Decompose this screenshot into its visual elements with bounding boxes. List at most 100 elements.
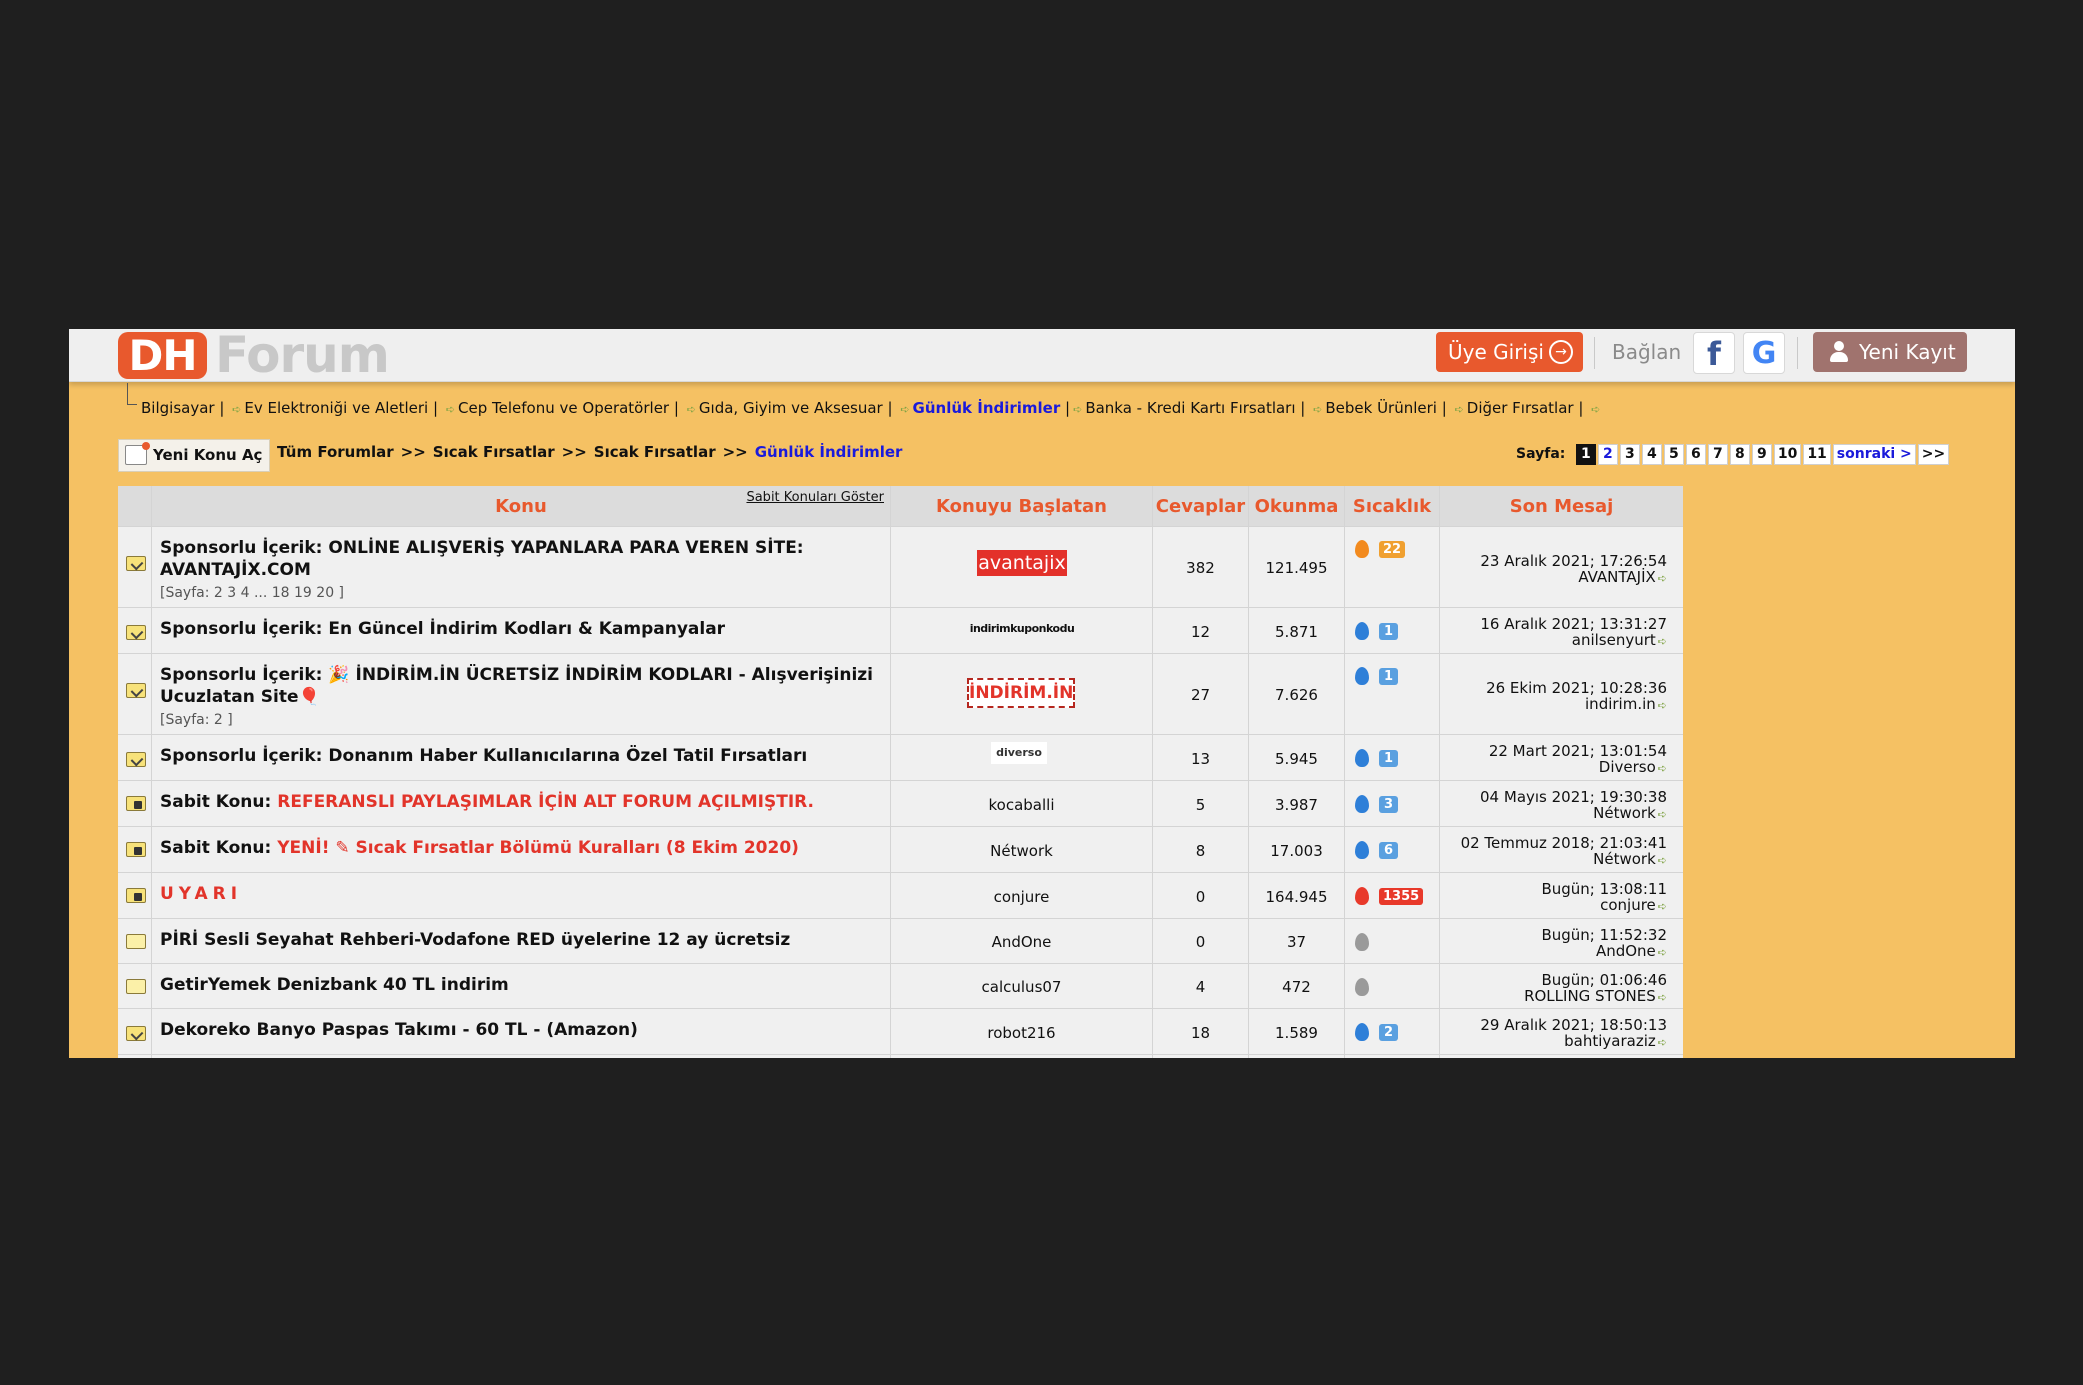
- last-post-user[interactable]: indirim.in ➪: [1440, 696, 1667, 714]
- go-to-post-icon[interactable]: ➪: [1658, 899, 1667, 915]
- header-views[interactable]: Okunma: [1249, 486, 1345, 526]
- topic-title-link[interactable]: Dekoreko Banyo Paspas Takımı - 60 TL - (…: [160, 1019, 880, 1041]
- topic-title-link[interactable]: Sponsorlu İçerik: Donanım Haber Kullanıc…: [160, 745, 880, 767]
- go-to-post-icon[interactable]: ➪: [1658, 1035, 1667, 1051]
- topic-title-link[interactable]: PİRİ Sesli Seyahat Rehberi-Vodafone RED …: [160, 929, 880, 951]
- page-link[interactable]: 5: [1663, 444, 1684, 465]
- category-link[interactable]: Banka - Kredi Kartı Fırsatları: [1085, 399, 1295, 417]
- starter-logo-avantajix[interactable]: avantajix: [977, 550, 1067, 576]
- header-starter[interactable]: Konuyu Başlatan: [891, 486, 1153, 526]
- last-post-username[interactable]: bahtiyaraziz: [1564, 1032, 1656, 1050]
- last-post-username[interactable]: indirim.in: [1585, 695, 1656, 713]
- category-link[interactable]: Ev Elektroniği ve Aletleri: [244, 399, 428, 417]
- go-to-post-icon[interactable]: ➪: [1658, 761, 1667, 777]
- last-post-user[interactable]: bahtiyaraziz ➪: [1440, 1033, 1667, 1051]
- table-row[interactable]: Sabit Konu: REFERANSLI PAYLAŞIMLAR İÇİN …: [118, 781, 1683, 827]
- header-topic[interactable]: Konu Sabit Konuları Göster: [152, 486, 891, 526]
- header-last-post[interactable]: Son Mesaj: [1440, 486, 1683, 526]
- table-row[interactable]: Sponsorlu İçerik: ONLİNE ALIŞVERİŞ YAPAN…: [118, 527, 1683, 608]
- breadcrumb-link[interactable]: Tüm Forumlar: [277, 443, 394, 461]
- topic-pages[interactable]: [Sayfa: 2 ]: [160, 711, 233, 729]
- last-post-username[interactable]: anilsenyurt: [1572, 631, 1656, 649]
- category-link[interactable]: Diğer Fırsatlar: [1467, 399, 1574, 417]
- go-to-post-icon[interactable]: ➪: [1658, 698, 1667, 714]
- last-post-user[interactable]: Nétwork ➪: [1440, 851, 1667, 869]
- last-post-username[interactable]: AndOne: [1596, 942, 1656, 960]
- category-link[interactable]: Cep Telefonu ve Operatörler: [458, 399, 669, 417]
- starter-logo-kupon[interactable]: indirimkuponkodu: [967, 621, 1077, 637]
- category-link[interactable]: Bebek Ürünleri: [1325, 399, 1437, 417]
- starter-name[interactable]: Nétwork: [990, 842, 1053, 860]
- header-replies[interactable]: Cevaplar: [1153, 486, 1249, 526]
- google-login-button[interactable]: G: [1743, 332, 1785, 374]
- starter-logo-diverso[interactable]: diverso: [991, 742, 1047, 764]
- facebook-login-button[interactable]: f: [1693, 332, 1735, 374]
- last-post-user[interactable]: ROLLING STONES ➪: [1440, 988, 1667, 1006]
- starter-name[interactable]: calculus07: [982, 978, 1062, 996]
- topic-title-link[interactable]: UYARI: [160, 883, 880, 905]
- last-post-username[interactable]: conjure: [1600, 896, 1656, 914]
- breadcrumb-link[interactable]: Sıcak Fırsatlar: [433, 443, 555, 461]
- login-button[interactable]: Üye Girişi →: [1436, 332, 1583, 372]
- go-to-post-icon[interactable]: ➪: [1658, 634, 1667, 650]
- breadcrumb-link[interactable]: Sıcak Fırsatlar: [594, 443, 716, 461]
- go-to-post-icon[interactable]: ➪: [1658, 945, 1667, 961]
- go-to-post-icon[interactable]: ➪: [1658, 571, 1667, 587]
- go-to-post-icon[interactable]: ➪: [1658, 807, 1667, 823]
- topic-title-link[interactable]: Sponsorlu İçerik: 🎉 İNDİRİM.İN ÜCRETSİZ …: [160, 664, 880, 708]
- last-post-username[interactable]: Diverso: [1599, 758, 1656, 776]
- go-to-post-icon[interactable]: ➪: [1658, 853, 1667, 869]
- last-post-user[interactable]: Diverso ➪: [1440, 759, 1667, 777]
- topic-title-link[interactable]: GetirYemek Denizbank 40 TL indirim: [160, 974, 880, 996]
- page-link[interactable]: 1: [1575, 444, 1596, 465]
- starter-name[interactable]: kocaballi: [989, 796, 1055, 814]
- category-link[interactable]: Gıda, Giyim ve Aksesuar: [699, 399, 883, 417]
- topic-title-link[interactable]: Sponsorlu İçerik: ONLİNE ALIŞVERİŞ YAPAN…: [160, 537, 880, 581]
- page-link[interactable]: 8: [1729, 444, 1750, 465]
- last-post-user[interactable]: anilsenyurt ➪: [1440, 632, 1667, 650]
- register-button[interactable]: Yeni Kayıt: [1813, 332, 1967, 372]
- table-row[interactable]: Sabit Konu: YENİ! ✎ Sıcak Fırsatlar Bölü…: [118, 827, 1683, 873]
- topic-title-link[interactable]: Sabit Konu: REFERANSLI PAYLAŞIMLAR İÇİN …: [160, 791, 880, 813]
- last-post-user[interactable]: AndOne ➪: [1440, 943, 1667, 961]
- last-post-user[interactable]: conjure ➪: [1440, 897, 1667, 915]
- starter-name[interactable]: conjure: [994, 888, 1050, 906]
- category-link[interactable]: Bilgisayar: [141, 399, 215, 417]
- show-sticky-link[interactable]: Sabit Konuları Göster: [746, 490, 884, 506]
- go-to-post-icon[interactable]: ➪: [1658, 990, 1667, 1006]
- last-post-user[interactable]: Nétwork ➪: [1440, 805, 1667, 823]
- table-row[interactable]: Sponsorlu İçerik: 🎉 İNDİRİM.İN ÜCRETSİZ …: [118, 654, 1683, 735]
- page-link[interactable]: 7: [1707, 444, 1728, 465]
- last-page-link[interactable]: >>: [1917, 444, 1950, 465]
- last-post-username[interactable]: ROLLING STONES: [1524, 987, 1656, 1005]
- next-page-link[interactable]: sonraki >: [1832, 444, 1916, 465]
- page-link[interactable]: 4: [1641, 444, 1662, 465]
- starter-logo-indirim[interactable]: İNDİRİM.İN: [967, 678, 1075, 708]
- topic-title-link[interactable]: Sponsorlu İçerik: En Güncel İndirim Kodl…: [160, 618, 880, 640]
- table-row[interactable]: Sponsorlu İçerik: Donanım Haber Kullanıc…: [118, 735, 1683, 781]
- page-link[interactable]: 6: [1685, 444, 1706, 465]
- breadcrumb-current[interactable]: Günlük İndirimler: [755, 443, 903, 461]
- last-post-username[interactable]: Nétwork: [1593, 804, 1656, 822]
- category-link[interactable]: Günlük İndirimler: [913, 399, 1061, 417]
- table-row[interactable]: PİRİ Sesli Seyahat Rehberi-Vodafone RED …: [118, 919, 1683, 964]
- starter-name[interactable]: AndOne: [992, 933, 1052, 951]
- forum-logo-text[interactable]: Forum: [215, 329, 390, 382]
- last-post-username[interactable]: Nétwork: [1593, 850, 1656, 868]
- table-row[interactable]: UYARI conjure 0 164.945 1355 Bugün; 13:08:11 c…: [118, 873, 1683, 919]
- page-link[interactable]: 2: [1597, 444, 1618, 465]
- page-link[interactable]: 3: [1619, 444, 1640, 465]
- header-heat[interactable]: Sıcaklık: [1345, 486, 1440, 526]
- new-topic-button[interactable]: Yeni Konu Aç: [118, 439, 270, 472]
- page-link[interactable]: 10: [1773, 444, 1802, 465]
- table-row[interactable]: GetirYemek Denizbank 40 TL indirim calcul…: [118, 964, 1683, 1009]
- last-post-username[interactable]: AVANTAJİX: [1578, 568, 1655, 586]
- page-link[interactable]: 9: [1751, 444, 1772, 465]
- page-link[interactable]: 11: [1803, 444, 1831, 465]
- table-row[interactable]: Sponsorlu İçerik: En Güncel İndirim Kodl…: [118, 608, 1683, 654]
- topic-title-link[interactable]: Sabit Konu: YENİ! ✎ Sıcak Fırsatlar Bölü…: [160, 837, 880, 859]
- table-row[interactable]: Dekoreko Banyo Paspas Takımı - 60 TL - (…: [118, 1009, 1683, 1055]
- starter-name[interactable]: robot216: [987, 1024, 1055, 1042]
- topic-pages[interactable]: [Sayfa: 2 3 4 ... 18 19 20 ]: [160, 584, 344, 602]
- dh-logo[interactable]: DH: [118, 332, 207, 379]
